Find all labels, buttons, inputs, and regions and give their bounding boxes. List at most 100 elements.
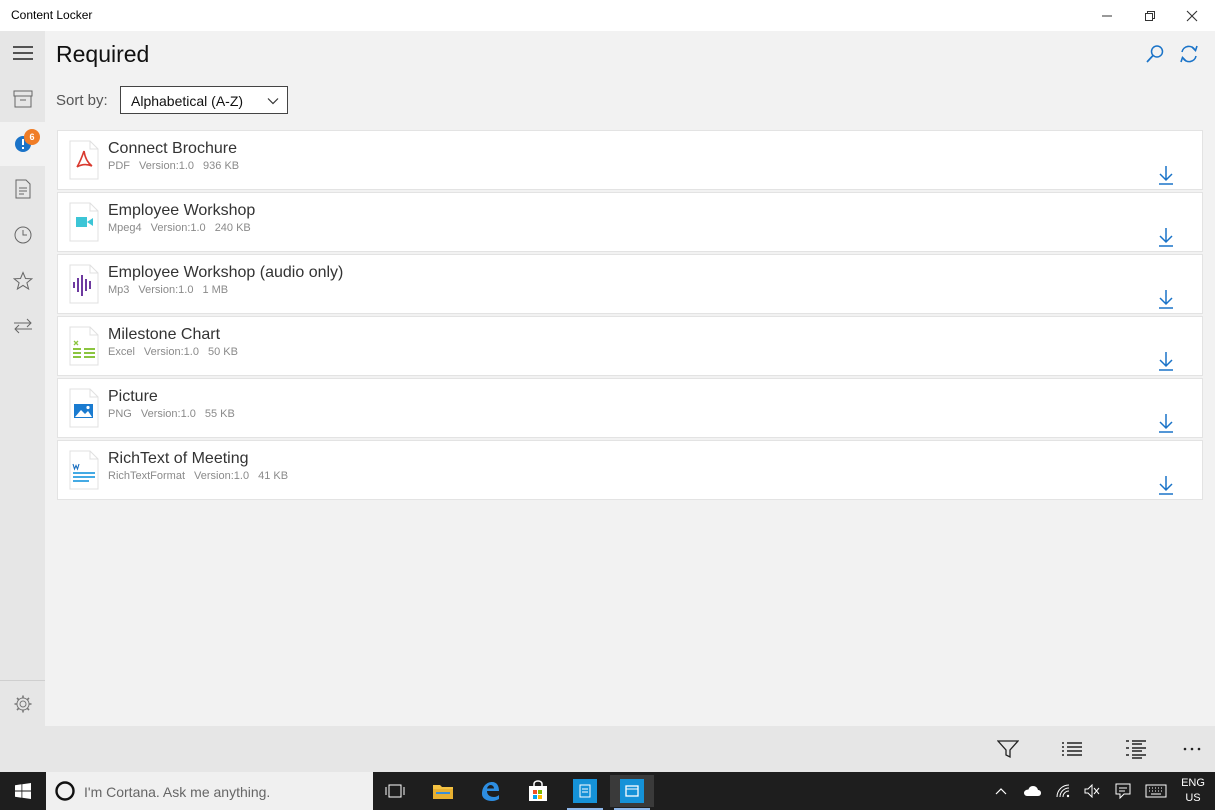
file-type: RichTextFormat — [108, 470, 186, 482]
file-type: Mpeg4 — [108, 222, 142, 234]
app-tile-icon — [573, 779, 597, 803]
region-code: US — [1185, 792, 1201, 804]
detail-view-button[interactable] — [1123, 737, 1149, 761]
download-icon[interactable] — [1157, 474, 1175, 496]
file-size: 1 MB — [202, 284, 229, 296]
gear-icon — [14, 695, 31, 713]
required-count-badge: 6 — [24, 129, 40, 145]
file-type: Excel — [108, 346, 135, 358]
nav-recent[interactable] — [0, 213, 45, 257]
image-icon — [69, 388, 99, 428]
file-row[interactable]: RichText of Meeting RichTextFormat Versio… — [57, 440, 1203, 500]
touch-keyboard-button[interactable] — [1142, 772, 1170, 810]
task-view-button[interactable] — [373, 775, 417, 807]
close-icon — [1186, 10, 1198, 21]
app-title: Content Locker — [11, 8, 93, 22]
edge-browser-icon — [482, 782, 499, 801]
more-options-button[interactable] — [1179, 737, 1205, 761]
nav-all-content[interactable] — [0, 77, 45, 121]
file-row[interactable]: Picture PNG Version:1.0 55 KB — [57, 378, 1203, 438]
file-size: 50 KB — [207, 346, 238, 358]
nav-documents[interactable] — [0, 167, 45, 211]
chevron-down-icon — [267, 98, 279, 105]
nav-transfers[interactable] — [0, 304, 45, 348]
search-button[interactable] — [1145, 44, 1165, 64]
file-meta: Mpeg4 Version:1.0 240 KB — [108, 222, 260, 234]
download-icon[interactable] — [1157, 288, 1175, 310]
file-meta: PDF Version:1.0 936 KB — [108, 160, 248, 172]
sort-dropdown[interactable]: Alphabetical (A-Z) — [120, 86, 288, 114]
file-version: Version:1.0 — [138, 284, 194, 296]
filter-button[interactable] — [995, 737, 1021, 761]
network-tray-button[interactable] — [1050, 772, 1076, 810]
restore-icon — [1145, 10, 1155, 21]
cortana-icon — [55, 781, 75, 801]
file-version: Version:1.0 — [150, 222, 206, 234]
file-type: Mp3 — [108, 284, 130, 296]
file-row[interactable]: Employee Workshop (audio only) Mp3 Versio… — [57, 254, 1203, 314]
content-locker-taskbar-button[interactable] — [610, 775, 654, 810]
minimize-button[interactable] — [1085, 0, 1129, 31]
archive-box-icon — [13, 90, 32, 108]
minimize-icon — [1102, 15, 1112, 16]
video-icon — [69, 202, 99, 242]
sort-label: Sort by: — [56, 92, 108, 109]
page-title: Required — [56, 41, 150, 67]
store-bag-icon — [529, 780, 547, 801]
rail-divider — [0, 680, 45, 681]
file-meta: PNG Version:1.0 55 KB — [108, 408, 244, 420]
swap-arrows-icon — [13, 318, 32, 334]
file-row[interactable]: Employee Workshop Mpeg4 Version:1.0 240 KB — [57, 192, 1203, 252]
hamburger-menu-button[interactable] — [0, 31, 45, 75]
nav-favorites[interactable] — [0, 259, 45, 303]
file-version: Version:1.0 — [143, 346, 199, 358]
download-icon[interactable] — [1157, 164, 1175, 186]
chevron-up-icon — [995, 788, 1007, 795]
detail-list-icon — [1126, 740, 1146, 759]
file-row[interactable]: Milestone Chart Excel Version:1.0 50 KB — [57, 316, 1203, 376]
download-icon[interactable] — [1157, 412, 1175, 434]
file-name: RichText of Meeting — [108, 450, 249, 467]
file-size: 55 KB — [204, 408, 235, 420]
cortana-search-box[interactable]: I'm Cortana. Ask me anything. — [46, 772, 373, 810]
excel-icon — [69, 326, 99, 366]
cortana-placeholder: I'm Cortana. Ask me anything. — [84, 784, 271, 800]
edge-taskbar-button[interactable] — [468, 775, 512, 807]
download-icon[interactable] — [1157, 226, 1175, 248]
file-explorer-taskbar-button[interactable] — [421, 775, 465, 807]
nav-required[interactable] — [0, 122, 45, 166]
document-icon — [15, 179, 30, 199]
folder-icon — [433, 785, 453, 799]
action-center-button[interactable] — [1110, 772, 1136, 810]
restore-button[interactable] — [1128, 0, 1172, 31]
word-icon — [69, 450, 99, 490]
download-icon[interactable] — [1157, 350, 1175, 372]
settings-button[interactable] — [0, 682, 45, 726]
store-taskbar-button[interactable] — [516, 775, 560, 807]
file-name: Connect Brochure — [108, 140, 237, 157]
refresh-button[interactable] — [1178, 43, 1200, 65]
volume-tray-button[interactable] — [1080, 772, 1104, 810]
file-size: 936 KB — [203, 160, 240, 172]
show-hidden-icons-button[interactable] — [990, 772, 1012, 810]
content-locker-app-icon — [620, 779, 644, 803]
app-taskbar-button[interactable] — [563, 775, 607, 810]
notification-icon — [1115, 783, 1131, 799]
sort-selected-value: Alphabetical (A-Z) — [131, 93, 244, 109]
file-name: Milestone Chart — [108, 326, 221, 343]
file-row[interactable]: Connect Brochure PDF Version:1.0 936 KB — [57, 130, 1203, 190]
star-icon — [12, 271, 33, 291]
file-name: Picture — [108, 388, 158, 405]
file-version: Version:1.0 — [194, 470, 250, 482]
list-view-button[interactable] — [1059, 737, 1085, 761]
close-button[interactable] — [1170, 0, 1214, 31]
keyboard-icon — [1145, 784, 1167, 798]
task-view-icon — [385, 784, 405, 798]
volume-muted-icon — [1084, 784, 1100, 798]
list-icon — [1062, 742, 1082, 756]
input-language-indicator[interactable]: ENG US — [1176, 776, 1210, 806]
navigation-rail: 6 — [0, 31, 45, 726]
start-button[interactable] — [0, 772, 46, 810]
file-meta: Excel Version:1.0 50 KB — [108, 346, 247, 358]
onedrive-tray-button[interactable] — [1019, 772, 1045, 810]
